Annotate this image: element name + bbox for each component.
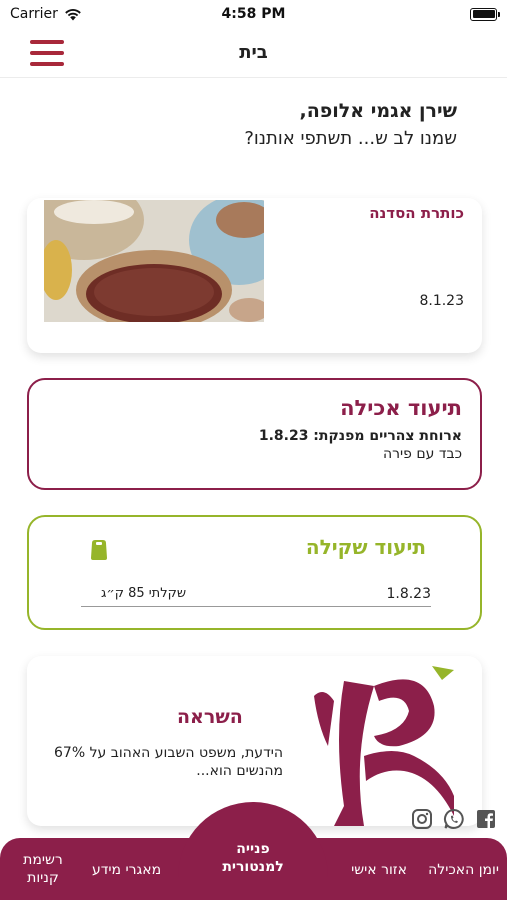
food-log-meal: ארוחת צהריים מפנקת: 1.8.23 [258, 428, 462, 444]
status-bar: Carrier 4:58 PM [0, 0, 507, 28]
brand-logo-icon [314, 666, 454, 826]
weight-log-title: תיעוד שקילה [305, 535, 426, 559]
wifi-icon [65, 8, 81, 20]
scale-icon [91, 540, 107, 560]
battery-icon [470, 7, 500, 21]
instagram-icon[interactable] [411, 808, 433, 830]
workshop-card[interactable]: כותרת הסדנה 8.1.23 [27, 198, 482, 353]
inspiration-card[interactable]: השראה הידעת, משפט השבוע האהוב על 67% מהנ… [27, 656, 482, 826]
food-log-title: תיעוד אכילה [340, 396, 462, 420]
inspiration-title: השראה [177, 706, 243, 728]
nav-personal-area[interactable]: אזור אישי [351, 861, 407, 879]
nav-contact-mentor[interactable]: פנייה למנטורית [188, 840, 318, 876]
app-header: בית [0, 28, 507, 78]
weight-entry-text: שקלתי 85 ק״ג [101, 586, 187, 601]
status-left: Carrier [10, 6, 82, 22]
workshop-image [44, 200, 264, 322]
facebook-icon[interactable] [475, 808, 497, 830]
nav-mentor-line2: למנטורית [222, 859, 284, 876]
greeting-title: שירן אגמי אלופה, [299, 100, 457, 122]
workshop-date: 8.1.23 [419, 293, 464, 309]
nav-food-journal[interactable]: יומן האכילה [428, 861, 499, 879]
greeting-subtitle: שמנו לב ש... תשתפי אותנו? [244, 128, 457, 149]
hamburger-menu-icon[interactable] [30, 40, 64, 66]
workshop-title: כותרת הסדנה [369, 204, 464, 222]
carrier-label: Carrier [10, 6, 58, 22]
inspiration-text: הידעת, משפט השבוע האהוב על 67% מהנשים הו… [54, 745, 283, 780]
weight-log-card[interactable]: תיעוד שקילה 1.8.23 שקלתי 85 ק״ג [27, 515, 482, 630]
weight-entry-row: 1.8.23 שקלתי 85 ק״ג [81, 581, 431, 607]
greeting: שירן אגמי אלופה, שמנו לב ש... תשתפי אותנ… [37, 100, 457, 149]
food-log-card[interactable]: תיעוד אכילה ארוחת צהריים מפנקת: 1.8.23 כ… [27, 378, 482, 490]
weight-entry-date: 1.8.23 [386, 585, 431, 602]
page-title: בית [239, 42, 268, 63]
food-log-description: כבד עם פירה [382, 446, 462, 462]
whatsapp-icon[interactable] [443, 808, 465, 830]
nav-shopping-line1: רשימת [23, 852, 63, 868]
status-time: 4:58 PM [221, 6, 286, 22]
nav-shopping-line2: קניות [27, 870, 59, 887]
nav-shopping-list[interactable]: רשימת קניות [18, 851, 68, 887]
nav-mentor-line1: פנייה [236, 841, 270, 857]
nav-info-database[interactable]: מאגרי מידע [92, 861, 161, 879]
social-links [411, 808, 497, 830]
